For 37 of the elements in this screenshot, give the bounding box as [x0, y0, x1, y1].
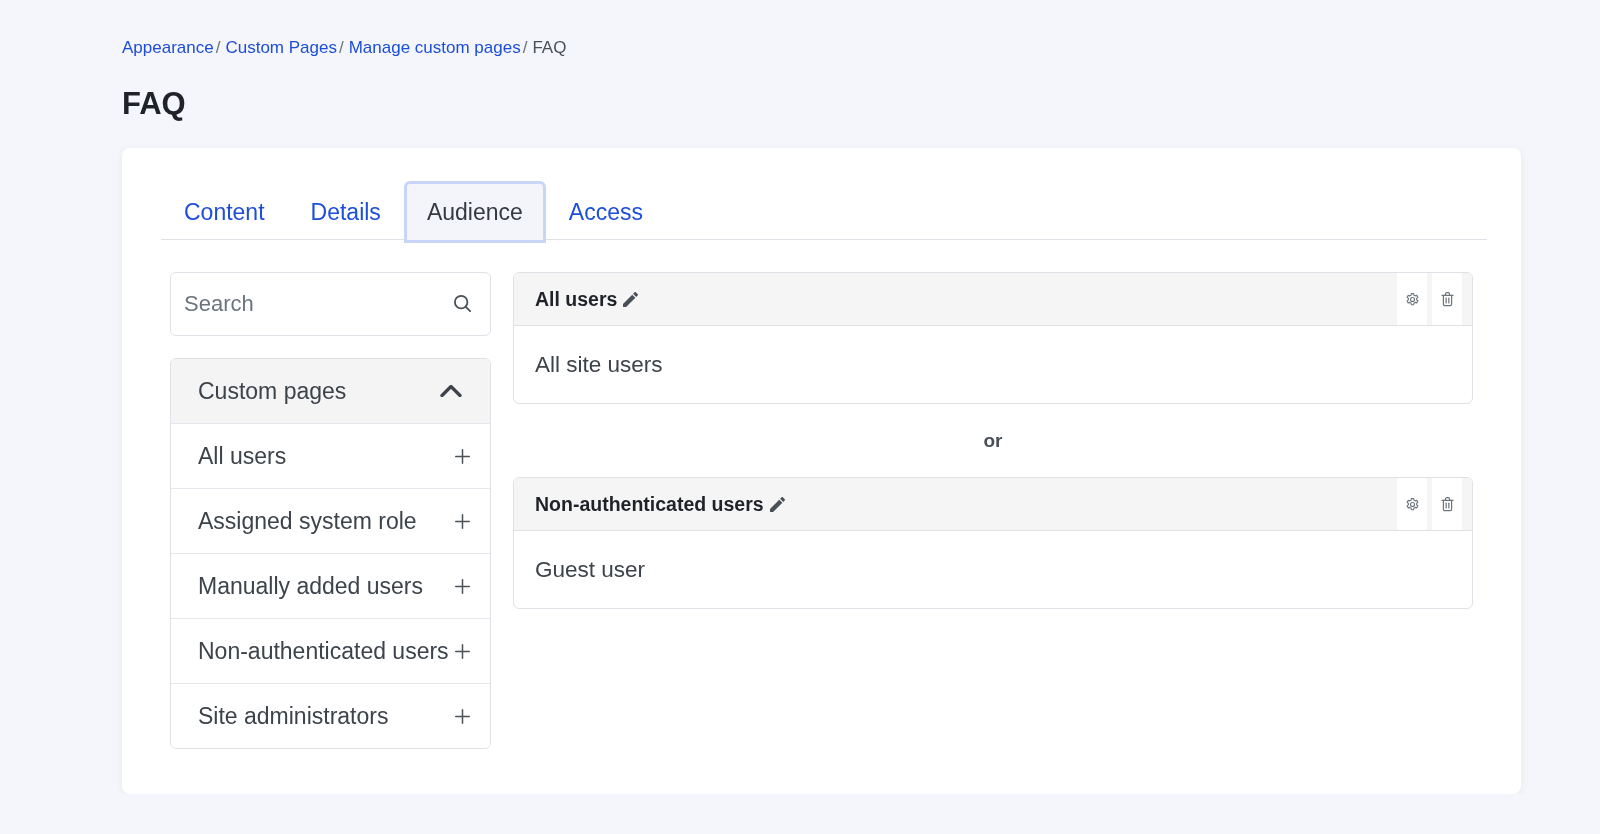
tab[interactable]: Content	[161, 181, 288, 243]
category-header[interactable]: Custom pages	[171, 359, 490, 423]
page-title: FAQ	[122, 86, 187, 122]
rule-title: All users	[535, 287, 618, 311]
plus-icon	[455, 643, 470, 659]
tab[interactable]: Details	[287, 181, 404, 243]
rule-title: Non-authenticated users	[535, 492, 764, 516]
plus-icon	[455, 578, 470, 594]
plus-icon	[455, 513, 470, 529]
trash-icon	[1439, 496, 1455, 512]
rule-description: Guest user	[535, 556, 646, 583]
gear-icon	[1404, 496, 1420, 512]
breadcrumb-link[interactable]: Custom Pages	[225, 38, 337, 58]
chevron-up-icon	[440, 385, 462, 397]
breadcrumb-separator: /	[215, 38, 221, 58]
gear-icon	[1404, 291, 1420, 307]
search-field[interactable]: Search	[170, 272, 491, 336]
plus-icon	[455, 448, 470, 464]
breadcrumb-separator: /	[522, 38, 528, 58]
trash-icon	[1439, 291, 1455, 307]
tab[interactable]: Audience	[403, 181, 546, 243]
search-icon	[454, 295, 471, 312]
plus-icon	[455, 708, 470, 724]
settings-button[interactable]	[1397, 478, 1427, 530]
pencil-icon[interactable]	[623, 291, 639, 307]
sidebar-item[interactable]: Site administrators	[171, 683, 490, 748]
breadcrumb-separator: /	[338, 38, 344, 58]
breadcrumb-link[interactable]: Manage custom pages	[348, 38, 521, 58]
delete-button[interactable]	[1432, 478, 1462, 530]
tab[interactable]: Access	[545, 181, 666, 243]
delete-button[interactable]	[1432, 273, 1462, 325]
rule-description: All site users	[535, 351, 663, 378]
breadcrumb-link[interactable]: Appearance	[122, 38, 214, 58]
pencil-icon[interactable]	[769, 496, 785, 512]
breadcrumb-current: FAQ	[532, 38, 567, 58]
settings-button[interactable]	[1397, 273, 1427, 325]
connector-text: or	[983, 429, 1003, 452]
